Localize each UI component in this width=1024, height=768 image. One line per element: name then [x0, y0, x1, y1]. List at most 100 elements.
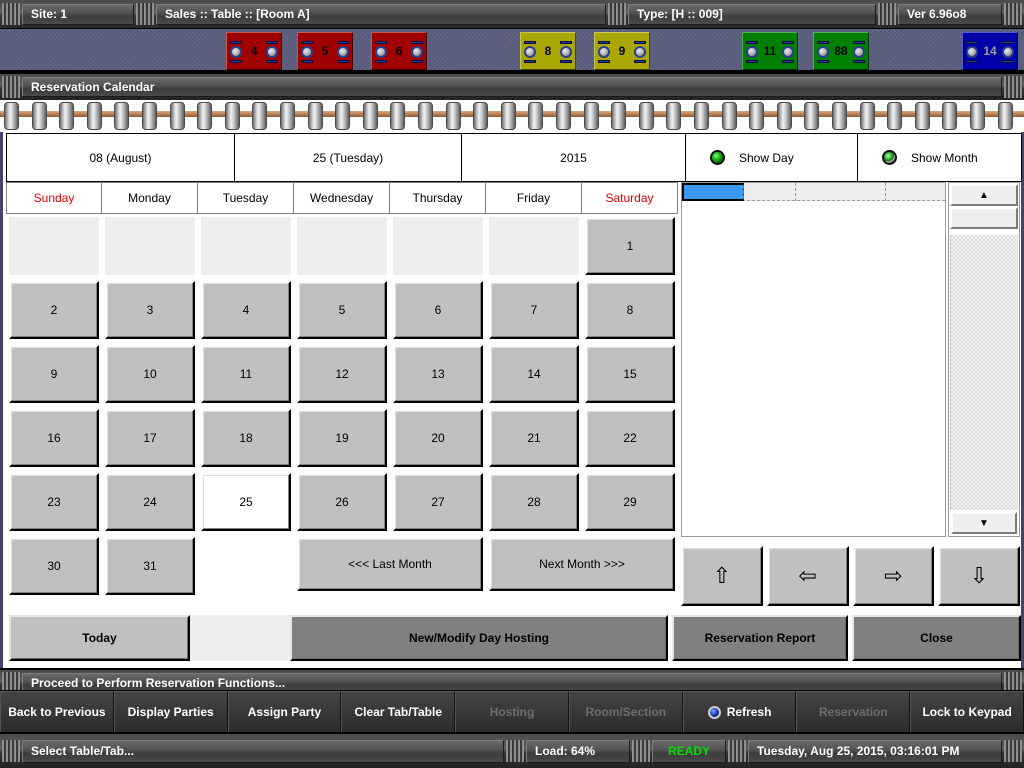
day-button-30[interactable]: 30: [9, 537, 99, 595]
function-button-display-parties[interactable]: Display Parties: [113, 691, 228, 732]
day-button-10[interactable]: 10: [105, 345, 195, 403]
table-icon-88[interactable]: 88: [813, 32, 869, 70]
scroll-down-button[interactable]: ▼: [951, 512, 1017, 534]
day-button-25[interactable]: 25: [201, 473, 291, 531]
day-button-23[interactable]: 23: [9, 473, 99, 531]
day-button-19[interactable]: 19: [297, 409, 387, 467]
day-button-2[interactable]: 2: [9, 281, 99, 339]
day-button-9[interactable]: 9: [9, 345, 99, 403]
seat-right-icon: [1001, 41, 1015, 63]
day-button-11[interactable]: 11: [201, 345, 291, 403]
day-button-26[interactable]: 26: [297, 473, 387, 531]
day-button-8[interactable]: 8: [585, 281, 675, 339]
new-modify-day-hosting-button[interactable]: New/Modify Day Hosting: [290, 615, 668, 661]
scroll-up-arrow-icon[interactable]: ⇧: [681, 546, 763, 606]
day-button-14[interactable]: 14: [489, 345, 579, 403]
status-load: Load: 64%: [526, 739, 630, 763]
table-icon-5[interactable]: 5: [297, 32, 353, 70]
last-month-button[interactable]: <<< Last Month: [297, 537, 483, 591]
day-button-15[interactable]: 15: [585, 345, 675, 403]
scroll-thumb[interactable]: [950, 207, 1018, 229]
calendar-cell: 20: [390, 406, 486, 470]
day-button-22[interactable]: 22: [585, 409, 675, 467]
day-button-6[interactable]: 6: [393, 281, 483, 339]
day-button-16[interactable]: 16: [9, 409, 99, 467]
spiral-ring-icon: [418, 102, 433, 130]
calendar-cell: [294, 214, 390, 278]
day-button-28[interactable]: 28: [489, 473, 579, 531]
spiral-ring-icon: [556, 102, 571, 130]
table-icon-4[interactable]: 4: [226, 32, 282, 70]
last-month-cell: <<< Last Month: [294, 534, 486, 594]
scroll-track[interactable]: [950, 235, 1018, 510]
calendar-cell: 9: [6, 342, 102, 406]
spiral-ring-icon: [224, 102, 240, 130]
function-button-label: Clear Tab/Table: [354, 705, 443, 719]
day-button-20[interactable]: 20: [393, 409, 483, 467]
day-button-13[interactable]: 13: [393, 345, 483, 403]
day-button-7[interactable]: 7: [489, 281, 579, 339]
function-button-clear-tab-table[interactable]: Clear Tab/Table: [341, 691, 456, 732]
calendar-page: 08 (August) 25 (Tuesday) 2015 Show Day S…: [0, 132, 1024, 668]
table-icon-11[interactable]: 11: [742, 32, 798, 70]
show-day-radio[interactable]: Show Day: [686, 133, 858, 182]
seat-right-icon: [336, 41, 350, 63]
day-button-4[interactable]: 4: [201, 281, 291, 339]
day-button-24[interactable]: 24: [105, 473, 195, 531]
list-header-cell-2[interactable]: [744, 183, 796, 201]
calendar-cell: 2: [6, 278, 102, 342]
list-body-empty[interactable]: [682, 201, 945, 536]
reservation-report-button[interactable]: Reservation Report: [672, 615, 848, 661]
grip-handle-rc-right: [1004, 76, 1022, 98]
scroll-down-arrow-icon[interactable]: ⇩: [938, 546, 1020, 606]
function-button-label: Room/Section: [585, 705, 667, 719]
spiral-ring-icon: [970, 102, 985, 130]
function-button-assign-party[interactable]: Assign Party: [227, 691, 342, 732]
day-button-12[interactable]: 12: [297, 345, 387, 403]
show-month-radio[interactable]: Show Month: [858, 133, 1022, 182]
day-button-21[interactable]: 21: [489, 409, 579, 467]
seat-right-icon: [633, 41, 647, 63]
day-field[interactable]: 25 (Tuesday): [235, 133, 462, 182]
function-button-label: Back to Previous: [8, 705, 106, 719]
table-icon-8[interactable]: 8: [520, 32, 576, 70]
table-icon-14[interactable]: 14: [962, 32, 1018, 70]
list-vertical-scrollbar[interactable]: ▲ ▼: [948, 182, 1020, 537]
pos-reservation-calendar-screen: Site: 1 Sales :: Table :: [Room A] Type:…: [0, 0, 1024, 768]
spiral-ring-icon: [4, 102, 19, 130]
day-button-29[interactable]: 29: [585, 473, 675, 531]
today-button[interactable]: Today: [9, 615, 190, 661]
calendar-cell: 30: [6, 534, 102, 598]
list-header-cell-selected[interactable]: [682, 183, 744, 201]
calendar-cell: 29: [582, 470, 678, 534]
function-button-refresh[interactable]: Refresh: [682, 691, 797, 732]
day-button-27[interactable]: 27: [393, 473, 483, 531]
year-field[interactable]: 2015: [462, 133, 686, 182]
day-button-3[interactable]: 3: [105, 281, 195, 339]
day-button-18[interactable]: 18: [201, 409, 291, 467]
page-left-arrow-icon[interactable]: ⇦: [766, 546, 849, 606]
table-icon-9[interactable]: 9: [594, 32, 650, 70]
page-right-arrow-icon[interactable]: ⇨: [852, 546, 935, 606]
day-button-17[interactable]: 17: [105, 409, 195, 467]
reservation-list-panel[interactable]: [681, 182, 946, 537]
day-button-1[interactable]: 1: [585, 217, 675, 275]
list-header-cell-3[interactable]: [796, 183, 886, 201]
action-button-row: Today New/Modify Day Hosting Reservation…: [9, 614, 1021, 662]
function-button-lock-to-keypad[interactable]: Lock to Keypad: [910, 691, 1024, 732]
day-button-5[interactable]: 5: [297, 281, 387, 339]
scroll-up-button[interactable]: ▲: [950, 184, 1018, 206]
list-header-cell-4[interactable]: [886, 183, 945, 201]
close-button[interactable]: Close: [852, 615, 1021, 661]
month-field[interactable]: 08 (August): [6, 133, 235, 182]
scroll-up-glyph: ⇧: [712, 563, 732, 588]
function-button-back-to-previous[interactable]: Back to Previous: [0, 691, 114, 732]
day-button-31[interactable]: 31: [105, 537, 195, 595]
spiral-ring-icon: [142, 102, 157, 130]
spiral-ring-icon: [859, 102, 875, 130]
next-month-button[interactable]: Next Month >>>: [489, 537, 675, 591]
calendar-day-grid: 1 2 3 4 5 6 7 8 9 10 11 12 13 14 15 16 17 18 19 20 21 22 23 24 2…: [6, 214, 678, 595]
calendar-cell: [102, 214, 198, 278]
spiral-ring-icon: [500, 102, 516, 130]
table-icon-6[interactable]: 6: [371, 32, 427, 70]
